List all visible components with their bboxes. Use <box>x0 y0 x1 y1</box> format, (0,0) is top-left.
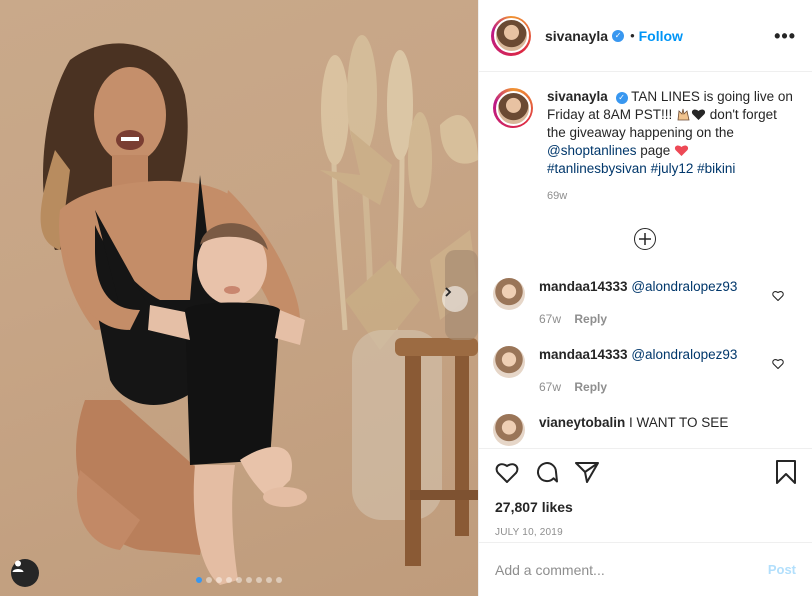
commenter-avatar[interactable] <box>493 278 525 310</box>
hashtag[interactable]: #tanlinesbysivan <box>547 161 647 176</box>
add-comment-bar: Post <box>479 542 812 596</box>
comment-age[interactable]: 67w <box>539 312 561 326</box>
heart-icon[interactable] <box>495 461 519 488</box>
bookmark-icon[interactable] <box>776 459 796 489</box>
like-count[interactable]: 27,807 likes <box>495 499 796 515</box>
avatar <box>493 18 529 53</box>
comment-item: mandaa14333 @alondralopez93 67w Reply <box>493 278 796 328</box>
tagged-users-button[interactable] <box>11 559 39 587</box>
instagram-post-modal: sivanayla ✓ • Follow ••• sivanayla ✓ TAN… <box>0 0 812 596</box>
more-options-icon[interactable]: ••• <box>774 27 796 45</box>
comment-text: I WANT TO SEE <box>629 415 729 430</box>
carousel-dot <box>216 577 222 583</box>
comment-item: mandaa14333 @alondralopez93 67w Reply <box>493 346 796 396</box>
post-comment-button[interactable]: Post <box>768 562 796 577</box>
caption-story-ring[interactable] <box>493 88 533 128</box>
commenter-avatar[interactable] <box>493 346 525 378</box>
comment-username[interactable]: vianeytobalin <box>539 415 625 430</box>
hashtag[interactable]: #bikini <box>697 161 735 176</box>
post-actions: 27,807 likes JULY 10, 2019 <box>479 448 812 542</box>
caption: sivanayla ✓ TAN LINES is going live on F… <box>493 88 796 202</box>
like-comment-heart-icon[interactable] <box>772 356 784 374</box>
next-photo-button[interactable] <box>442 286 468 312</box>
plus-circle-icon[interactable] <box>633 228 656 250</box>
carousel-dot <box>256 577 262 583</box>
comment-mention[interactable]: @alondralopez93 <box>631 347 737 362</box>
carousel-dot <box>266 577 272 583</box>
red-heart-icon <box>674 145 689 156</box>
reply-button[interactable]: Reply <box>574 312 607 326</box>
carousel-indicator <box>0 577 478 583</box>
carousel-dot <box>236 577 242 583</box>
black-heart-icon <box>691 109 706 120</box>
comment-username[interactable]: mandaa14333 <box>539 347 628 362</box>
commenter-avatar[interactable] <box>493 414 525 446</box>
verified-badge-icon: ✓ <box>615 92 628 104</box>
caption-age[interactable]: 69w <box>547 190 795 202</box>
load-more-comments[interactable] <box>493 228 796 250</box>
carousel-dot <box>206 577 212 583</box>
caption-mention[interactable]: @shoptanlines <box>547 143 637 158</box>
post-side-panel: sivanayla ✓ • Follow ••• sivanayla ✓ TAN… <box>478 0 812 596</box>
follow-button[interactable]: Follow <box>639 28 683 44</box>
header-username[interactable]: sivanayla <box>545 28 608 44</box>
comment-mention[interactable]: @alondralopez93 <box>631 279 737 294</box>
post-photo[interactable] <box>0 0 478 596</box>
share-paper-plane-icon[interactable] <box>575 461 599 488</box>
caption-part-3: page <box>636 143 675 158</box>
comment-age[interactable]: 67w <box>539 380 561 394</box>
carousel-dot <box>226 577 232 583</box>
story-ring[interactable] <box>491 15 531 56</box>
raised-hands-icon <box>677 108 690 121</box>
comment-input[interactable] <box>495 561 768 578</box>
comment-bubble-icon[interactable] <box>535 460 559 489</box>
avatar <box>495 90 531 126</box>
hashtag[interactable]: #july12 <box>651 161 694 176</box>
verified-badge-icon: ✓ <box>612 29 625 42</box>
like-comment-heart-icon[interactable] <box>772 288 784 306</box>
comment-username[interactable]: mandaa14333 <box>539 279 628 294</box>
carousel-dot <box>196 577 202 583</box>
post-header: sivanayla ✓ • Follow ••• <box>479 0 812 72</box>
caption-username[interactable]: sivanayla <box>547 89 608 104</box>
reply-button[interactable]: Reply <box>574 380 607 394</box>
carousel-dot <box>276 577 282 583</box>
comments-section[interactable]: sivanayla ✓ TAN LINES is going live on F… <box>479 72 812 448</box>
post-date[interactable]: JULY 10, 2019 <box>495 527 796 538</box>
comment-item: vianeytobalin I WANT TO SEE <box>493 414 796 446</box>
caption-text: sivanayla ✓ TAN LINES is going live on F… <box>547 88 795 178</box>
photo-illustration <box>40 35 478 585</box>
carousel-dot <box>246 577 252 583</box>
separator-dot: • <box>630 28 635 43</box>
